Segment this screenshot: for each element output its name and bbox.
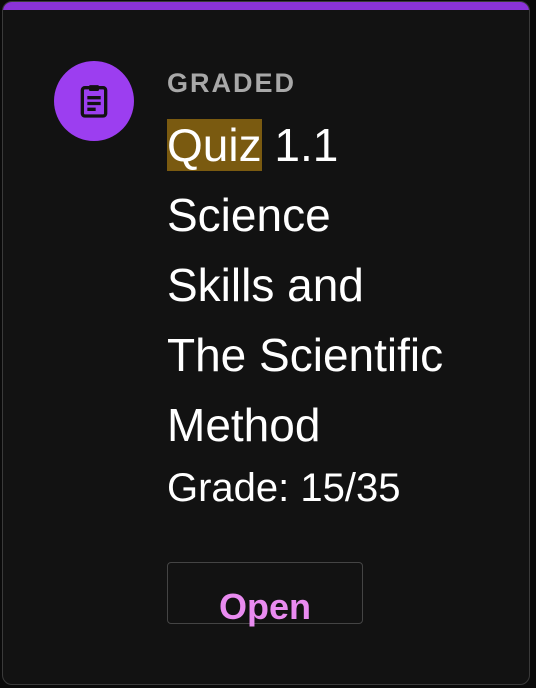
- grade-text: Grade: 15/35: [167, 466, 401, 510]
- open-button-label: Open: [218, 586, 311, 627]
- assignment-type-badge: [54, 61, 134, 141]
- category-label: GRADED: [167, 68, 297, 98]
- assignment-card: GRADED Quiz 1.1 Science Skills and The S…: [2, 1, 530, 685]
- open-button[interactable]: Open: [167, 562, 363, 627]
- card-content: GRADED Quiz 1.1 Science Skills and The S…: [167, 66, 507, 518]
- title-line-3: Skills and: [167, 259, 364, 311]
- title-line-1-rest: 1.1: [261, 119, 339, 171]
- title-line-4: The Scientific: [167, 329, 444, 381]
- title-line-2: Science: [167, 189, 331, 241]
- card-accent-bar: [3, 2, 529, 10]
- assignment-title[interactable]: Quiz 1.1 Science Skills and The Scientif…: [167, 110, 507, 460]
- clipboard-icon: [80, 85, 108, 118]
- title-line-1: Quiz 1.1: [167, 110, 507, 180]
- title-line-5: Method: [167, 399, 321, 451]
- search-highlight: Quiz: [167, 119, 262, 171]
